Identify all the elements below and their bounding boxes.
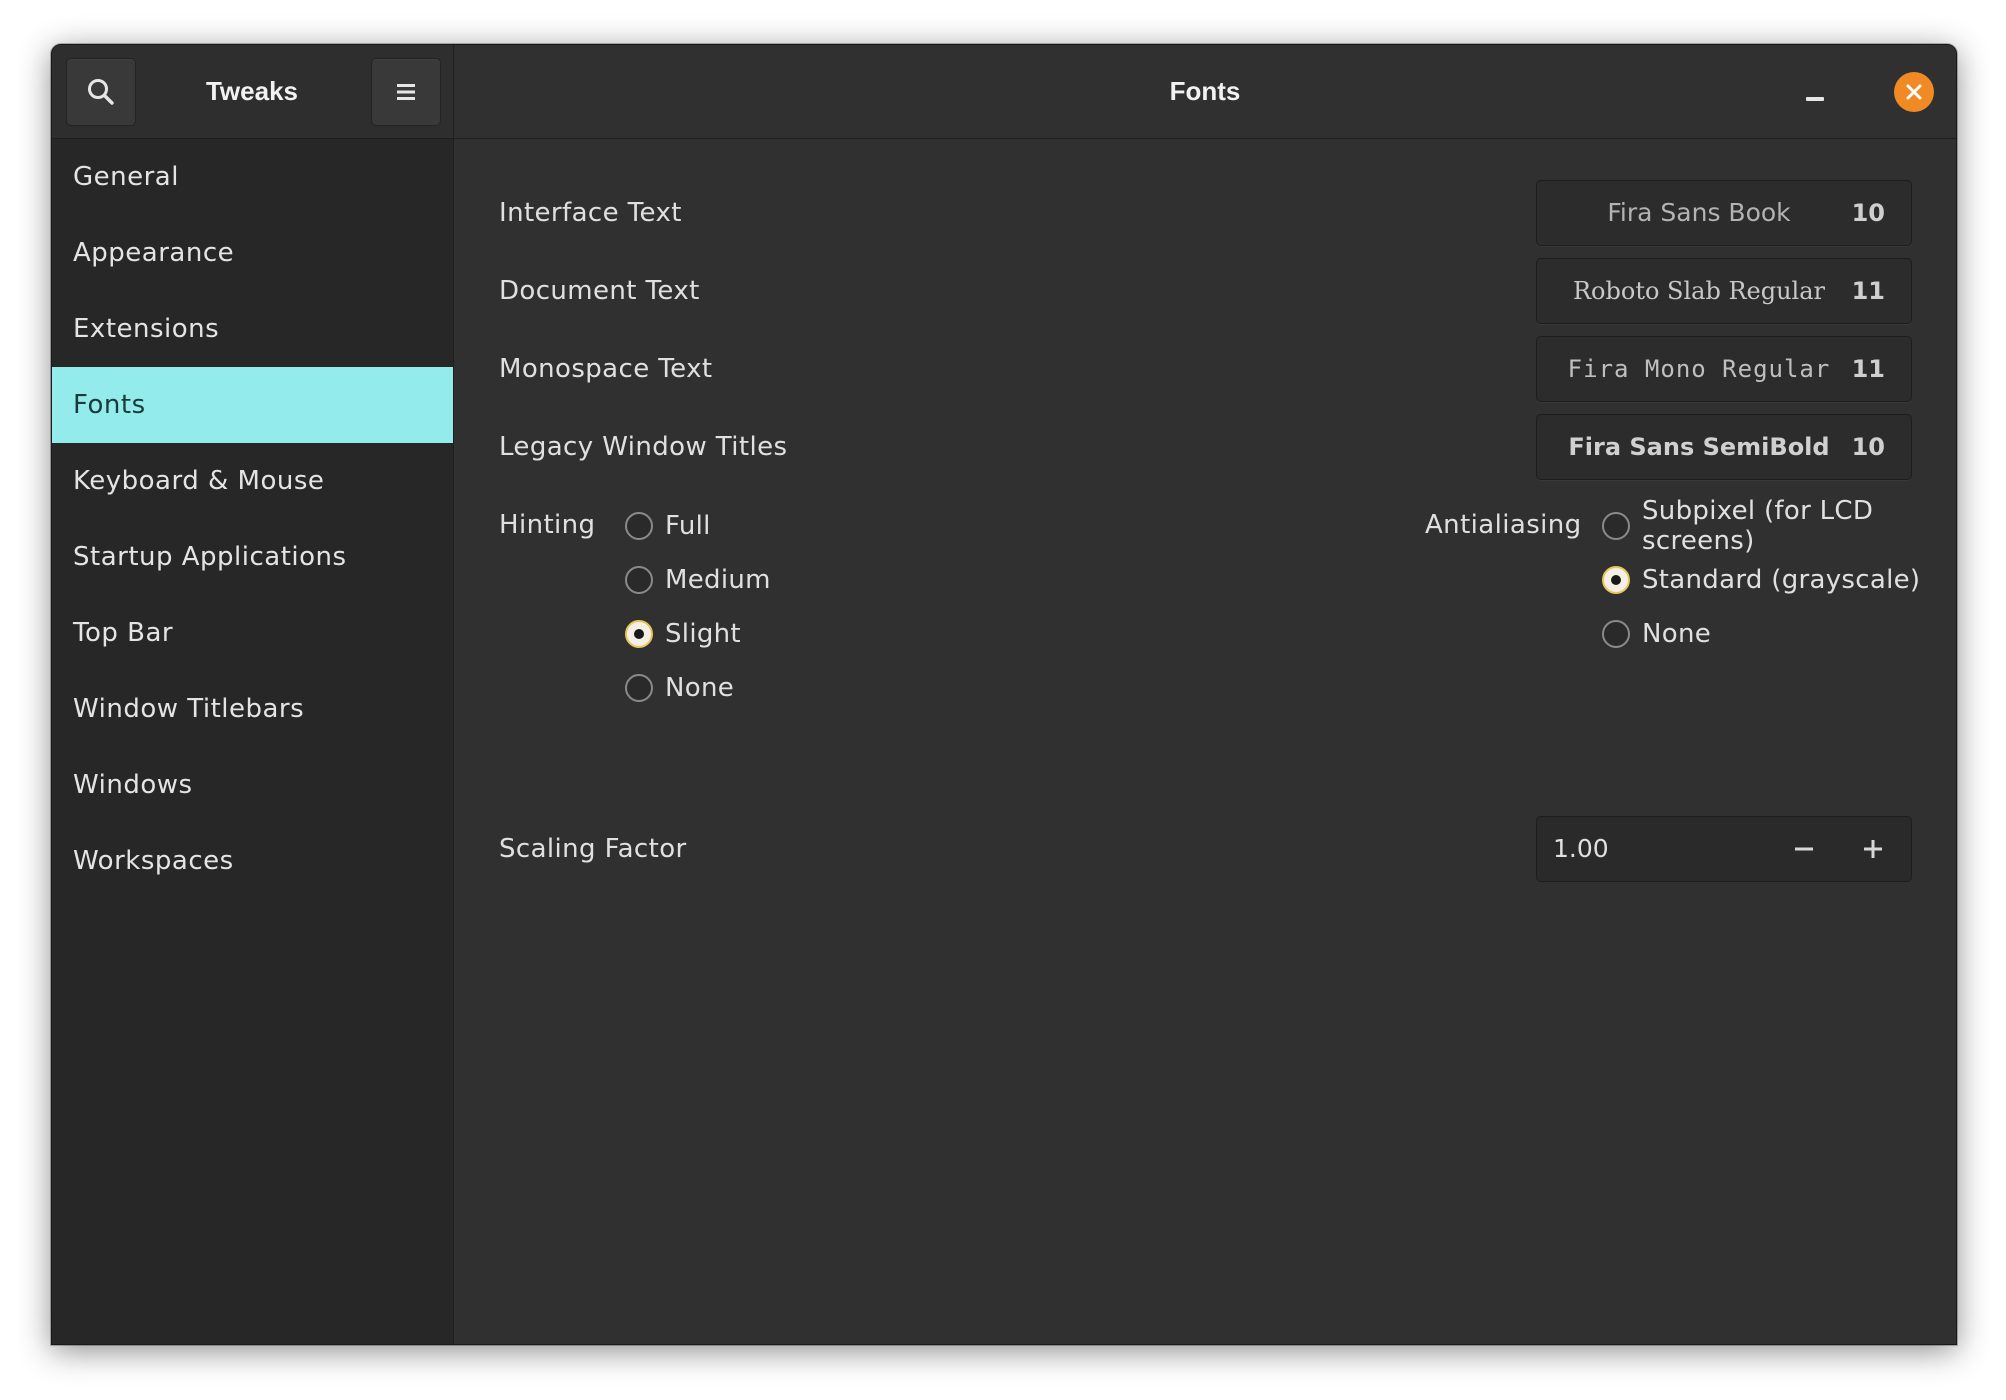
radio-label: Standard (grayscale) <box>1642 565 1921 595</box>
hamburger-menu-icon <box>397 84 415 100</box>
hinting-option-slight[interactable]: Slight <box>625 614 741 654</box>
increment-button[interactable] <box>1849 825 1897 873</box>
hinting-option-none[interactable]: None <box>625 668 734 708</box>
document-font-button[interactable]: Roboto Slab Regular 11 <box>1536 258 1912 324</box>
minus-icon <box>1795 847 1813 851</box>
radio-button[interactable] <box>625 512 653 540</box>
hinting-option-full[interactable]: Full <box>625 506 711 546</box>
radio-button-selected[interactable] <box>625 620 653 648</box>
search-icon <box>88 79 114 105</box>
radio-label: Slight <box>665 619 741 649</box>
sidebar-item-appearance[interactable]: Appearance <box>52 215 453 291</box>
antialiasing-option-none[interactable]: None <box>1602 614 1711 654</box>
legacy-window-titles-label: Legacy Window Titles <box>499 432 788 462</box>
font-name: Fira Sans SemiBold <box>1568 433 1830 461</box>
antialiasing-option-standard[interactable]: Standard (grayscale) <box>1602 560 1920 600</box>
radio-button[interactable] <box>1602 512 1630 540</box>
scaling-factor-value[interactable]: 1.00 <box>1553 817 1609 881</box>
font-size: 10 <box>1851 433 1885 461</box>
radio-label: Subpixel (for LCD screens) <box>1642 496 1874 556</box>
page-title: Fonts <box>1169 76 1241 106</box>
sidebar-item-top-bar[interactable]: Top Bar <box>52 595 453 671</box>
hinting-option-medium[interactable]: Medium <box>625 560 771 600</box>
monospace-font-button[interactable]: Fira Mono Regular 11 <box>1536 336 1912 402</box>
sidebar-item-window-titlebars[interactable]: Window Titlebars <box>52 671 453 747</box>
tweaks-window: Tweaks Fonts General Appearance Extensio… <box>51 44 1957 1345</box>
radio-label: Full <box>665 511 711 541</box>
radio-button[interactable] <box>1602 620 1630 648</box>
monospace-text-label: Monospace Text <box>499 354 713 384</box>
scaling-factor-spinbutton[interactable]: 1.00 <box>1536 816 1912 882</box>
radio-label: None <box>665 673 735 703</box>
interface-font-button[interactable]: Fira Sans Book 10 <box>1536 180 1912 246</box>
sidebar-item-workspaces[interactable]: Workspaces <box>52 823 453 899</box>
font-size: 11 <box>1851 277 1885 305</box>
decrement-button[interactable] <box>1780 825 1828 873</box>
document-text-label: Document Text <box>499 276 700 306</box>
close-icon <box>1906 84 1922 100</box>
close-button[interactable] <box>1894 72 1934 112</box>
radio-button-selected[interactable] <box>1602 566 1630 594</box>
font-name: Fira Sans Book <box>1607 198 1791 227</box>
radio-button[interactable] <box>625 674 653 702</box>
sidebar-item-extensions[interactable]: Extensions <box>52 291 453 367</box>
minimize-button[interactable] <box>1797 73 1833 109</box>
fonts-panel: Interface Text Fira Sans Book 10 Documen… <box>454 139 1956 1344</box>
antialiasing-label: Antialiasing <box>1425 510 1582 540</box>
plus-icon <box>1864 840 1882 858</box>
content-headerbar: Fonts <box>454 45 1956 139</box>
scaling-factor-label: Scaling Factor <box>499 834 687 864</box>
sidebar-item-keyboard-mouse[interactable]: Keyboard & Mouse <box>52 443 453 519</box>
sidebar-item-startup-applications[interactable]: Startup Applications <box>52 519 453 595</box>
sidebar-item-fonts[interactable]: Fonts <box>52 367 453 443</box>
search-button[interactable] <box>66 58 136 126</box>
minimize-icon <box>1806 97 1824 101</box>
sidebar-title: Tweaks <box>205 76 298 106</box>
radio-label: None <box>1642 619 1712 649</box>
main-menu-button[interactable] <box>371 58 441 126</box>
font-size: 11 <box>1851 355 1885 383</box>
font-name: Fira Mono Regular <box>1567 355 1831 383</box>
interface-text-label: Interface Text <box>499 198 682 228</box>
legacy-titles-font-button[interactable]: Fira Sans SemiBold 10 <box>1536 414 1912 480</box>
radio-button[interactable] <box>625 566 653 594</box>
sidebar-headerbar: Tweaks <box>52 45 454 139</box>
font-size: 10 <box>1851 199 1885 227</box>
sidebar: General Appearance Extensions Fonts Keyb… <box>52 139 454 1344</box>
font-name: Roboto Slab Regular <box>1572 277 1826 305</box>
sidebar-item-general[interactable]: General <box>52 139 453 215</box>
sidebar-item-windows[interactable]: Windows <box>52 747 453 823</box>
hinting-label: Hinting <box>499 510 596 540</box>
antialiasing-option-subpixel[interactable]: Subpixel (for LCD screens) <box>1602 496 1956 556</box>
radio-label: Medium <box>665 565 771 595</box>
